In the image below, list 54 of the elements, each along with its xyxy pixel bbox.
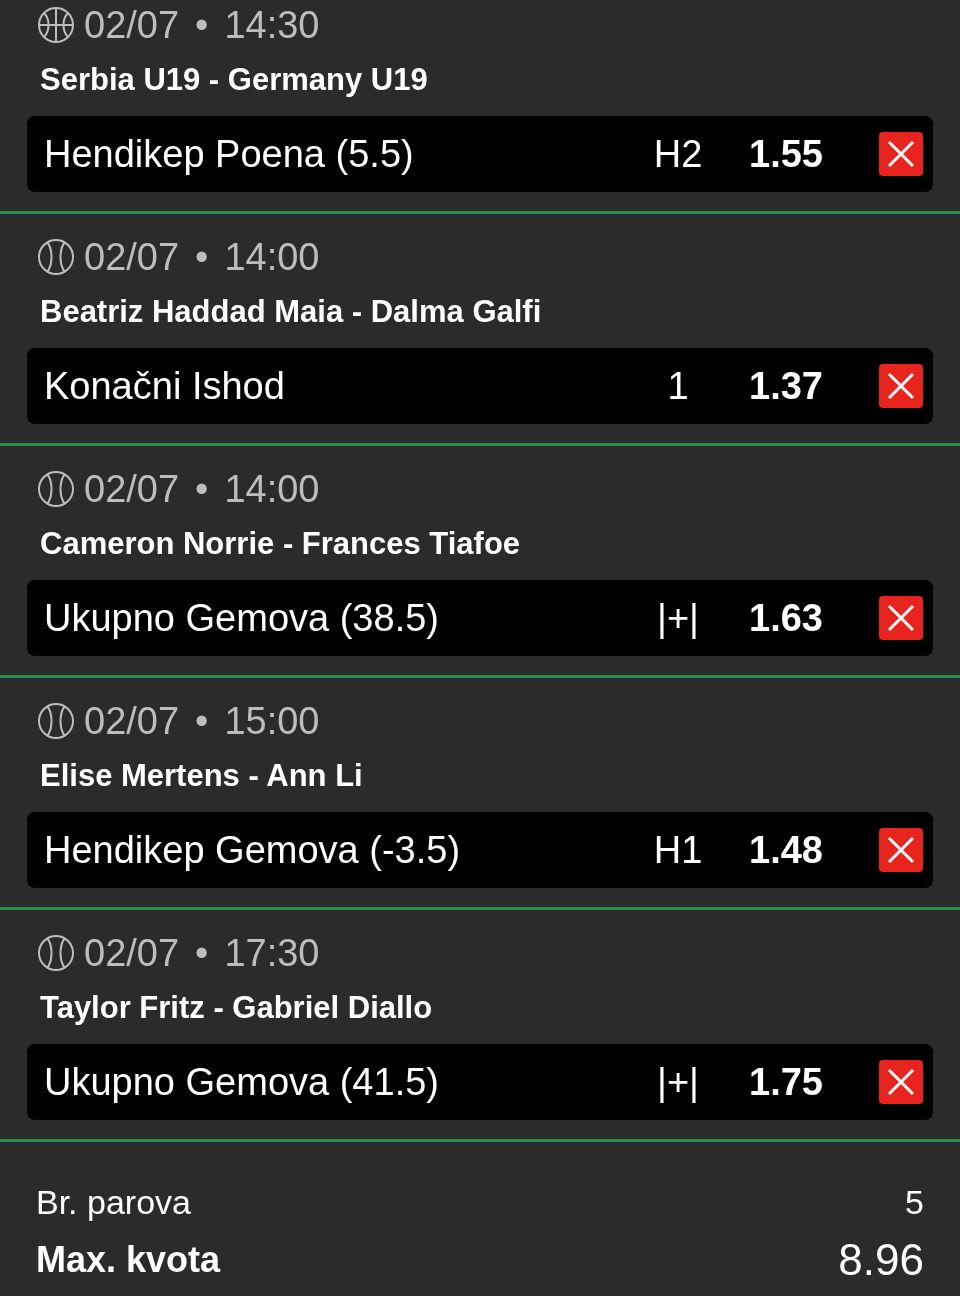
match-time: 15:00 xyxy=(224,699,320,744)
summary-value: 5 xyxy=(905,1182,924,1223)
market-name: Hendikep Gemova (-3.5) xyxy=(44,827,462,873)
separator-dot: • xyxy=(194,235,210,280)
close-icon xyxy=(886,139,916,169)
separator-dot: • xyxy=(194,931,210,976)
match-date: 02/07 xyxy=(84,3,180,48)
separator-dot: • xyxy=(194,467,210,512)
market-name: Ukupno Gemova (41.5) xyxy=(44,1059,440,1105)
match-teams: Beatriz Haddad Maia - Dalma Galfi xyxy=(39,293,543,331)
remove-button[interactable] xyxy=(879,596,923,640)
odds-value: 1.37 xyxy=(749,363,824,409)
remove-button[interactable] xyxy=(879,1060,923,1104)
market-name: Hendikep Poena (5.5) xyxy=(44,131,415,177)
match-date: 02/07 xyxy=(84,931,180,976)
odds-value: 1.63 xyxy=(749,595,824,641)
match-date: 02/07 xyxy=(84,235,180,280)
match-date: 02/07 xyxy=(84,467,180,512)
close-icon xyxy=(886,603,916,633)
separator-dot: • xyxy=(194,3,210,48)
separator-dot: • xyxy=(194,699,210,744)
match-date: 02/07 xyxy=(84,699,180,744)
pick-label: |+| xyxy=(656,1059,700,1105)
tennis-ball-icon xyxy=(36,469,76,509)
tennis-ball-icon xyxy=(36,237,76,277)
pick-label: H1 xyxy=(652,827,704,873)
odds-value: 1.55 xyxy=(749,131,824,177)
match-teams: Taylor Fritz - Gabriel Diallo xyxy=(39,989,434,1027)
basketball-icon xyxy=(36,5,76,45)
odds-value: 1.75 xyxy=(749,1059,824,1105)
match-teams: Elise Mertens - Ann Li xyxy=(39,757,364,795)
remove-button[interactable] xyxy=(879,132,923,176)
summary-value: 8.96 xyxy=(838,1234,924,1286)
match-teams: Cameron Norrie - Frances Tiafoe xyxy=(39,525,522,563)
close-icon xyxy=(886,371,916,401)
match-time: 14:30 xyxy=(224,3,320,48)
match-teams: Serbia U19 - Germany U19 xyxy=(39,61,429,99)
odds-value: 1.48 xyxy=(749,827,824,873)
close-icon xyxy=(886,835,916,865)
tennis-ball-icon xyxy=(36,933,76,973)
summary-label: Max. kvota xyxy=(36,1238,221,1282)
pick-label: 1 xyxy=(666,363,690,409)
summary-label: Br. parova xyxy=(36,1182,191,1223)
market-name: Konačni Ishod xyxy=(44,363,286,409)
tennis-ball-icon xyxy=(36,701,76,741)
remove-button[interactable] xyxy=(879,828,923,872)
match-time: 14:00 xyxy=(224,467,320,512)
remove-button[interactable] xyxy=(879,364,923,408)
market-name: Ukupno Gemova (38.5) xyxy=(44,595,440,641)
match-time: 17:30 xyxy=(224,931,320,976)
pick-label: H2 xyxy=(652,131,704,177)
close-icon xyxy=(886,1067,916,1097)
match-time: 14:00 xyxy=(224,235,320,280)
pick-label: |+| xyxy=(656,595,700,641)
